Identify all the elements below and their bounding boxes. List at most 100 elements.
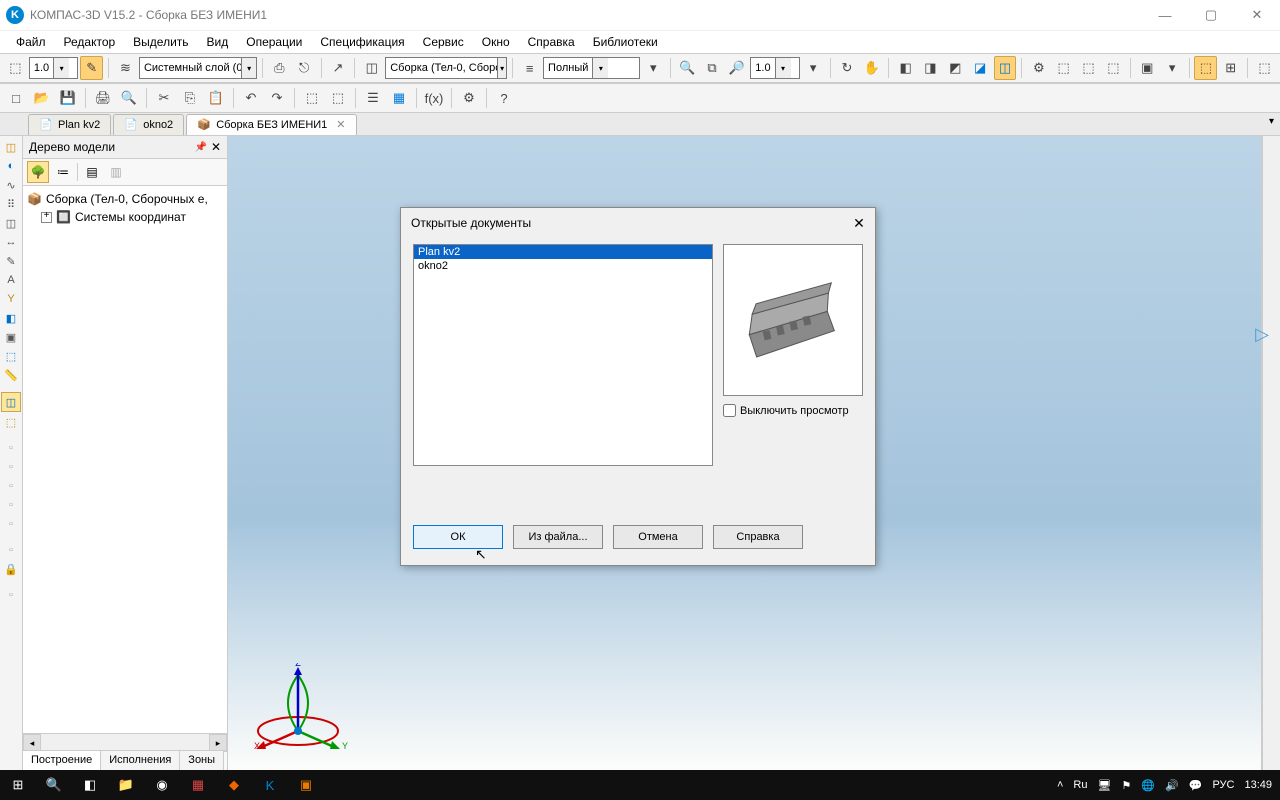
toolbox-icon[interactable]: ◫ xyxy=(2,138,20,156)
tree-child-coords[interactable]: + 🔲 Системы координат xyxy=(27,208,223,226)
tree-tool-icon[interactable]: ▥ xyxy=(106,162,126,182)
tab-overflow-icon[interactable]: ▾ xyxy=(1269,116,1274,127)
fx-icon[interactable]: f(x) xyxy=(422,86,446,110)
menu-window[interactable]: Окно xyxy=(474,33,518,51)
new-icon[interactable]: □ xyxy=(4,86,28,110)
scale-dropdown-1[interactable]: 1.0▾ xyxy=(29,57,78,79)
cube-icon[interactable]: ◨ xyxy=(919,56,942,80)
tree-tool-icon[interactable]: ≔ xyxy=(53,162,73,182)
checkbox-input[interactable] xyxy=(723,404,736,417)
toolbox-icon[interactable]: ◧ xyxy=(2,309,20,327)
close-button[interactable]: ✕ xyxy=(1234,0,1280,30)
toolbox-icon[interactable]: ◐ xyxy=(2,157,20,175)
tool-icon[interactable]: ▦ xyxy=(387,86,411,110)
cube-icon[interactable]: ◩ xyxy=(944,56,967,80)
tool-icon[interactable]: ⬚ xyxy=(1253,56,1276,80)
help-button[interactable]: Справка xyxy=(713,525,803,549)
menu-help[interactable]: Справка xyxy=(520,33,583,51)
close-tab-icon[interactable]: ✕ xyxy=(336,118,345,131)
ime-indicator[interactable]: РУС xyxy=(1212,779,1234,791)
cancel-button[interactable]: Отмена xyxy=(613,525,703,549)
tool-generic-icon[interactable]: ⬚ xyxy=(4,56,27,80)
start-button[interactable]: ⊞ xyxy=(0,770,36,800)
layers-icon[interactable]: ≋ xyxy=(114,56,137,80)
tool-icon[interactable]: ⚙ xyxy=(457,86,481,110)
minimize-button[interactable]: — xyxy=(1142,0,1188,30)
tree-mode-icon[interactable]: 🌳 xyxy=(27,161,49,183)
tool-icon[interactable]: ▾ xyxy=(802,56,825,80)
tool-icon[interactable]: ⬚ xyxy=(1102,56,1125,80)
kompas-icon[interactable]: K xyxy=(252,770,288,800)
pin-icon[interactable]: 📌 xyxy=(194,142,206,153)
zoom-icon[interactable]: 🔎 xyxy=(725,56,748,80)
tool-icon[interactable]: ☰ xyxy=(361,86,385,110)
toolbox-icon[interactable]: ◫ xyxy=(2,214,20,232)
toolbox-icon[interactable]: Y xyxy=(2,290,20,308)
cube-icon[interactable]: ◫ xyxy=(360,56,383,80)
tray-icon[interactable]: 💬 xyxy=(1189,779,1203,792)
tool-icon[interactable]: ⎋ xyxy=(293,56,316,80)
tab-plan-kv2[interactable]: 📄 Plan kv2 xyxy=(28,114,111,135)
task-view-icon[interactable]: ◧ xyxy=(72,770,108,800)
document-listbox[interactable]: Plan kv2 okno2 xyxy=(413,244,713,466)
save-icon[interactable]: 💾 xyxy=(56,86,80,110)
volume-icon[interactable]: 🔊 xyxy=(1165,779,1179,792)
expander-icon[interactable]: + xyxy=(41,212,52,223)
toolbox-icon[interactable]: ⬚ xyxy=(2,347,20,365)
close-panel-icon[interactable]: ✕ xyxy=(211,140,221,154)
tool-highlighted-icon[interactable]: ✎ xyxy=(80,56,103,80)
print-icon[interactable]: 🖨 xyxy=(91,86,115,110)
toolbox-icon[interactable]: ✎ xyxy=(2,252,20,270)
clock[interactable]: 13:49 xyxy=(1244,779,1272,791)
cube-blue-icon[interactable]: ◪ xyxy=(969,56,992,80)
network-icon[interactable]: 🌐 xyxy=(1141,779,1155,792)
preview-icon[interactable]: 🔍 xyxy=(117,86,141,110)
dialog-close-button[interactable]: ✕ xyxy=(849,213,869,233)
menu-libraries[interactable]: Библиотеки xyxy=(585,33,666,51)
tool-icon[interactable]: ⎙ xyxy=(268,56,291,80)
zoom-fit-icon[interactable]: 🔍 xyxy=(676,56,699,80)
menu-service[interactable]: Сервис xyxy=(415,33,472,51)
toolbox-icon[interactable]: 📏 xyxy=(2,366,20,384)
explorer-icon[interactable]: 📁 xyxy=(108,770,144,800)
cube-icon[interactable]: ◧ xyxy=(894,56,917,80)
layer-dropdown[interactable]: Системный слой (0)▾ xyxy=(139,57,257,79)
toolbox-icon[interactable]: ∿ xyxy=(2,176,20,194)
tool-icon[interactable]: ≡ xyxy=(518,56,541,80)
search-icon[interactable]: 🔍 xyxy=(36,770,72,800)
app-icon[interactable]: ◆ xyxy=(216,770,252,800)
rotate-icon[interactable]: ↻ xyxy=(835,56,858,80)
redo-icon[interactable]: ↷ xyxy=(265,86,289,110)
open-icon[interactable]: 📂 xyxy=(30,86,54,110)
menu-select[interactable]: Выделить xyxy=(125,33,196,51)
tray-icon[interactable]: ⚑ xyxy=(1121,779,1131,792)
from-file-button[interactable]: Из файла... xyxy=(513,525,603,549)
tree-tool-icon[interactable]: ▤ xyxy=(82,162,102,182)
tool-icon[interactable]: ⬚ xyxy=(1052,56,1075,80)
pan-icon[interactable]: ✋ xyxy=(860,56,883,80)
toolbox-icon[interactable]: ⬚ xyxy=(2,413,20,431)
tool-icon[interactable]: ⬚ xyxy=(1077,56,1100,80)
tool-icon[interactable]: ▾ xyxy=(642,56,665,80)
tool-icon[interactable]: ⊞ xyxy=(1219,56,1242,80)
lang-indicator[interactable]: Ru xyxy=(1073,779,1087,791)
toolbox-active-icon[interactable]: ◫ xyxy=(1,392,21,412)
tree-root[interactable]: 📦 Сборка (Тел-0, Сборочных е, xyxy=(27,190,223,208)
viewport-vscrollbar[interactable] xyxy=(1262,136,1280,773)
scale-dropdown-2[interactable]: 1.0▾ xyxy=(750,57,799,79)
copy-icon[interactable]: ⎘ xyxy=(178,86,202,110)
toolbox-icon[interactable]: ↔ xyxy=(2,233,20,251)
chrome-icon[interactable]: ◉ xyxy=(144,770,180,800)
tool-highlighted-icon[interactable]: ⬚ xyxy=(1194,56,1217,80)
menu-operations[interactable]: Операции xyxy=(238,33,310,51)
assembly-dropdown[interactable]: Сборка (Тел-0, Сборочных единиц-0,▾ xyxy=(385,57,507,79)
tool-icon[interactable]: ↗ xyxy=(327,56,350,80)
toolbox-icon[interactable]: A xyxy=(2,271,20,289)
app-icon[interactable]: ▦ xyxy=(180,770,216,800)
app-icon[interactable]: ▣ xyxy=(288,770,324,800)
tray-icon[interactable]: 🖥 xyxy=(1097,779,1111,792)
disable-preview-checkbox[interactable]: Выключить просмотр xyxy=(723,404,863,417)
undo-icon[interactable]: ↶ xyxy=(239,86,263,110)
model-tree[interactable]: 📦 Сборка (Тел-0, Сборочных е, + 🔲 Систем… xyxy=(23,186,227,733)
list-item[interactable]: Plan kv2 xyxy=(414,245,712,259)
